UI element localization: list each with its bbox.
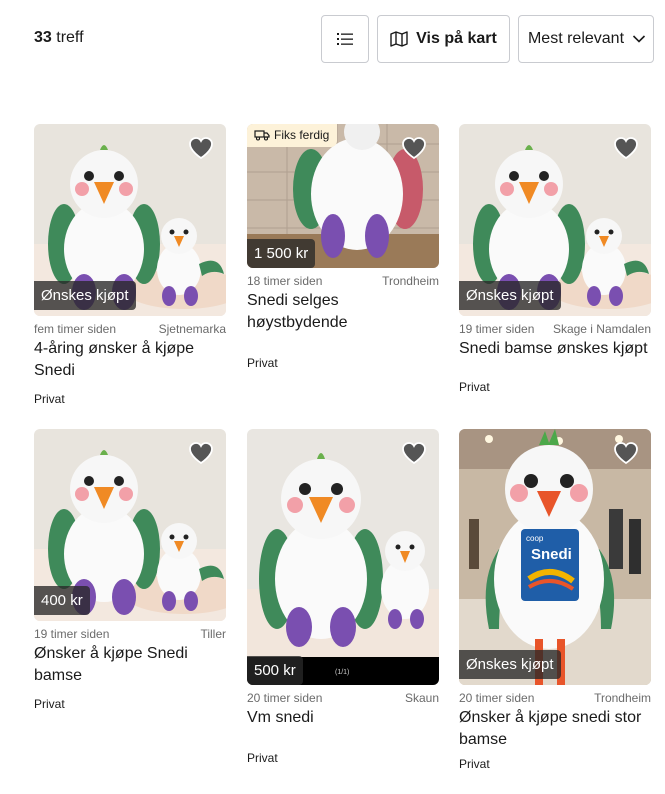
seller-type: Privat bbox=[459, 380, 490, 394]
map-icon bbox=[390, 31, 408, 47]
heart-icon[interactable] bbox=[613, 136, 639, 160]
listing-meta: 20 timer siden Trondheim bbox=[459, 691, 651, 705]
price-badge: 500 kr bbox=[247, 656, 303, 685]
image-counter: (1/1) bbox=[335, 669, 350, 676]
status-badge: Ønskes kjøpt bbox=[34, 281, 136, 310]
heart-icon[interactable] bbox=[188, 136, 214, 160]
chevron-down-icon bbox=[632, 35, 646, 43]
listing-image[interactable]: Ønskes kjøpt bbox=[459, 124, 651, 316]
listing-meta: 19 timer siden Tiller bbox=[34, 627, 226, 641]
listing-location: Sjetnemarka bbox=[158, 322, 226, 336]
map-view-button[interactable]: Vis på kart bbox=[377, 15, 510, 63]
listing-location: Trondheim bbox=[382, 274, 439, 288]
result-count: 33 treff bbox=[34, 29, 84, 46]
listing-card[interactable]: 400 kr 19 timer siden Tiller Ønsker å kj… bbox=[34, 429, 226, 711]
listing-time: fem timer siden bbox=[34, 322, 117, 336]
price-badge: 1 500 kr bbox=[247, 239, 316, 268]
listing-image[interactable]: coop Snedi Ønskes kjøpt bbox=[459, 429, 651, 685]
mascot-shirt-coop: coop bbox=[526, 534, 544, 543]
listing-time: 20 timer siden bbox=[247, 691, 323, 705]
listing-title[interactable]: Ønsker å kjøpe Snedi bamse bbox=[34, 643, 226, 687]
seller-type: Privat bbox=[34, 392, 65, 406]
heart-icon[interactable] bbox=[613, 441, 639, 465]
sort-label: Mest relevant bbox=[527, 30, 625, 47]
listing-time: 19 timer siden bbox=[459, 322, 535, 336]
status-badge: Ønskes kjøpt bbox=[459, 650, 561, 679]
sort-select[interactable]: Mest relevant bbox=[518, 15, 654, 63]
heart-icon[interactable] bbox=[401, 441, 427, 465]
listing-image[interactable]: Fiks ferdig 1 500 kr bbox=[247, 124, 439, 268]
listing-image[interactable]: (1/1) 500 kr bbox=[247, 429, 439, 685]
listing-card[interactable]: Ønskes kjøpt fem timer siden Sjetnemarka… bbox=[34, 124, 226, 406]
heart-icon[interactable] bbox=[401, 136, 427, 160]
listing-title[interactable]: Snedi selges høystbydende bbox=[247, 290, 439, 334]
seller-type: Privat bbox=[459, 757, 490, 771]
fiks-ferdig-badge: Fiks ferdig bbox=[247, 124, 338, 147]
listing-location: Skaun bbox=[404, 691, 439, 705]
listing-card[interactable]: coop Snedi Ønskes kjøpt 20 timer siden T… bbox=[459, 429, 651, 771]
listing-time: 19 timer siden bbox=[34, 627, 110, 641]
listing-card[interactable]: (1/1) 500 kr 20 timer siden Skaun Vm sne… bbox=[247, 429, 439, 765]
heart-icon[interactable] bbox=[188, 441, 214, 465]
plush-photo bbox=[247, 429, 439, 685]
listing-location: Skage i Namdalen bbox=[552, 322, 651, 336]
listing-title[interactable]: Snedi bamse ønskes kjøpt bbox=[459, 338, 651, 360]
seller-type: Privat bbox=[247, 356, 278, 370]
map-button-label: Vis på kart bbox=[416, 30, 497, 47]
status-badge: Ønskes kjøpt bbox=[459, 281, 561, 310]
listing-card[interactable]: Ønskes kjøpt 19 timer siden Skage i Namd… bbox=[459, 124, 651, 394]
listing-time: 18 timer siden bbox=[247, 274, 323, 288]
truck-icon bbox=[254, 130, 270, 141]
listing-title[interactable]: 4-åring ønsker å kjøpe Snedi bbox=[34, 338, 226, 382]
listing-title[interactable]: Ønsker å kjøpe snedi stor bamse bbox=[459, 707, 651, 751]
listing-title[interactable]: Vm snedi bbox=[247, 707, 439, 729]
results-toolbar: 33 treff Vis på kart Mest relevant bbox=[0, 0, 665, 80]
price-badge: 400 kr bbox=[34, 586, 90, 615]
listing-meta: 18 timer siden Trondheim bbox=[247, 274, 439, 288]
listing-location: Tiller bbox=[200, 627, 226, 641]
listing-meta: 20 timer siden Skaun bbox=[247, 691, 439, 705]
listing-meta: 19 timer siden Skage i Namdalen bbox=[459, 322, 651, 336]
mascot-shirt-name: Snedi bbox=[531, 546, 572, 563]
listing-image[interactable]: Ønskes kjøpt bbox=[34, 124, 226, 316]
listing-time: 20 timer siden bbox=[459, 691, 535, 705]
listing-location: Trondheim bbox=[594, 691, 651, 705]
listing-card[interactable]: Fiks ferdig 1 500 kr 18 timer siden Tron… bbox=[247, 124, 439, 370]
listing-image[interactable]: 400 kr bbox=[34, 429, 226, 621]
list-icon bbox=[337, 33, 353, 45]
list-view-button[interactable] bbox=[321, 15, 369, 63]
seller-type: Privat bbox=[34, 697, 65, 711]
seller-type: Privat bbox=[247, 751, 278, 765]
mascot-photo: coop Snedi bbox=[459, 429, 651, 685]
listing-meta: fem timer siden Sjetnemarka bbox=[34, 322, 226, 336]
